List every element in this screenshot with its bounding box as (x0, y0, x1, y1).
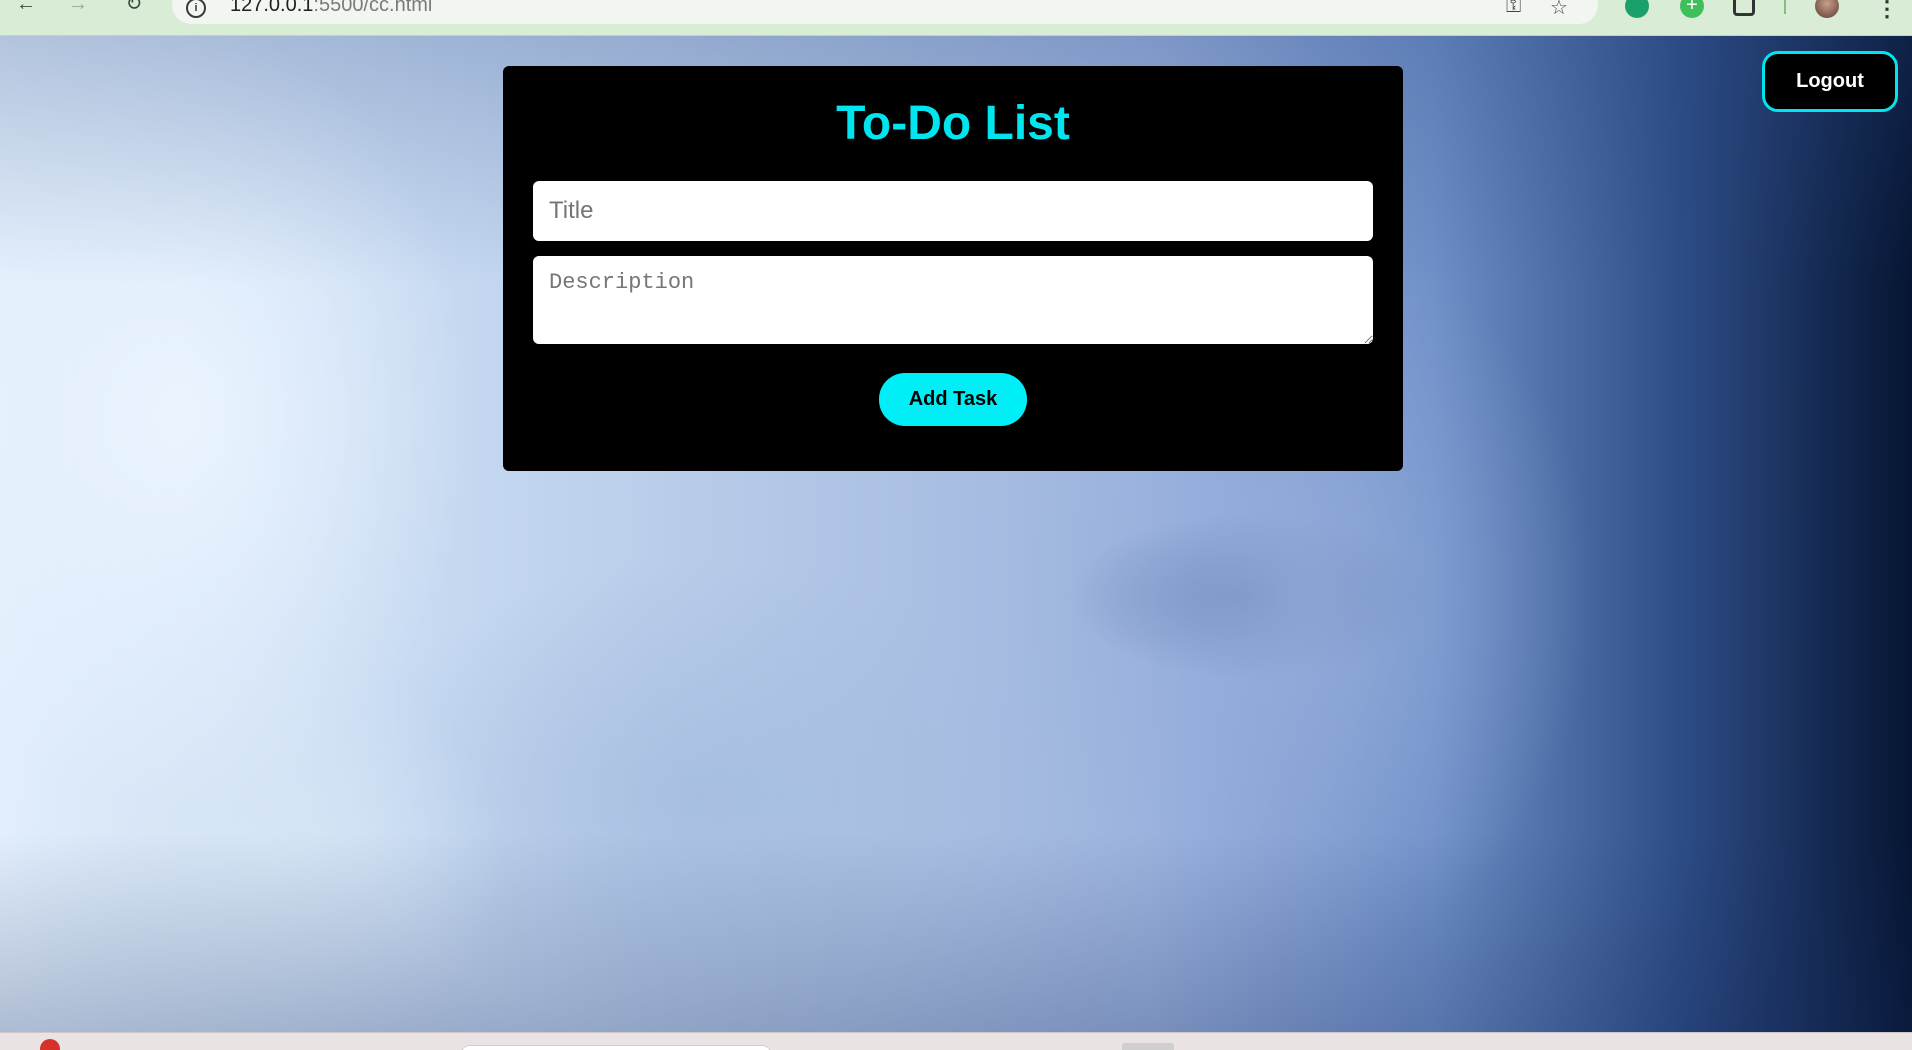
logout-button[interactable]: Logout (1762, 51, 1898, 112)
forward-arrow-icon[interactable]: → (64, 0, 92, 20)
url-text[interactable]: 127.0.0.1:5500/cc.html (230, 0, 432, 17)
address-bar[interactable]: i 127.0.0.1:5500/cc.html ⚿ ☆ (172, 0, 1598, 24)
reload-icon[interactable]: ↻ (120, 0, 148, 20)
description-textarea[interactable] (533, 256, 1373, 344)
taskbar (0, 1032, 1912, 1050)
todo-card: To-Do List Add Task (503, 66, 1403, 471)
menu-dots-icon[interactable]: ⋮ (1876, 0, 1898, 22)
url-path: :5500/cc.html (313, 0, 433, 16)
taskbar-app[interactable] (1122, 1043, 1174, 1050)
back-arrow-icon[interactable]: ← (12, 0, 40, 20)
profile-avatar[interactable] (1815, 0, 1839, 18)
whatsapp-icon[interactable] (1625, 0, 1649, 18)
plus-icon[interactable]: + (1680, 0, 1704, 18)
add-task-button[interactable]: Add Task (879, 373, 1027, 426)
notification-badge[interactable] (40, 1039, 60, 1050)
url-host: 127.0.0.1 (230, 0, 314, 16)
toolbar-divider (1784, 0, 1786, 14)
extensions-puzzle-icon[interactable] (1733, 0, 1755, 16)
browser-toolbar: ← → ↻ i 127.0.0.1:5500/cc.html ⚿ ☆ + ⋮ (0, 0, 1912, 36)
page-title: To-Do List (836, 97, 1070, 150)
taskbar-search[interactable] (460, 1045, 772, 1050)
bookmark-star-icon[interactable]: ☆ (1550, 0, 1568, 20)
title-input[interactable] (533, 181, 1373, 241)
password-key-icon[interactable]: ⚿ (1506, 0, 1521, 18)
site-info-icon[interactable]: i (186, 0, 206, 18)
